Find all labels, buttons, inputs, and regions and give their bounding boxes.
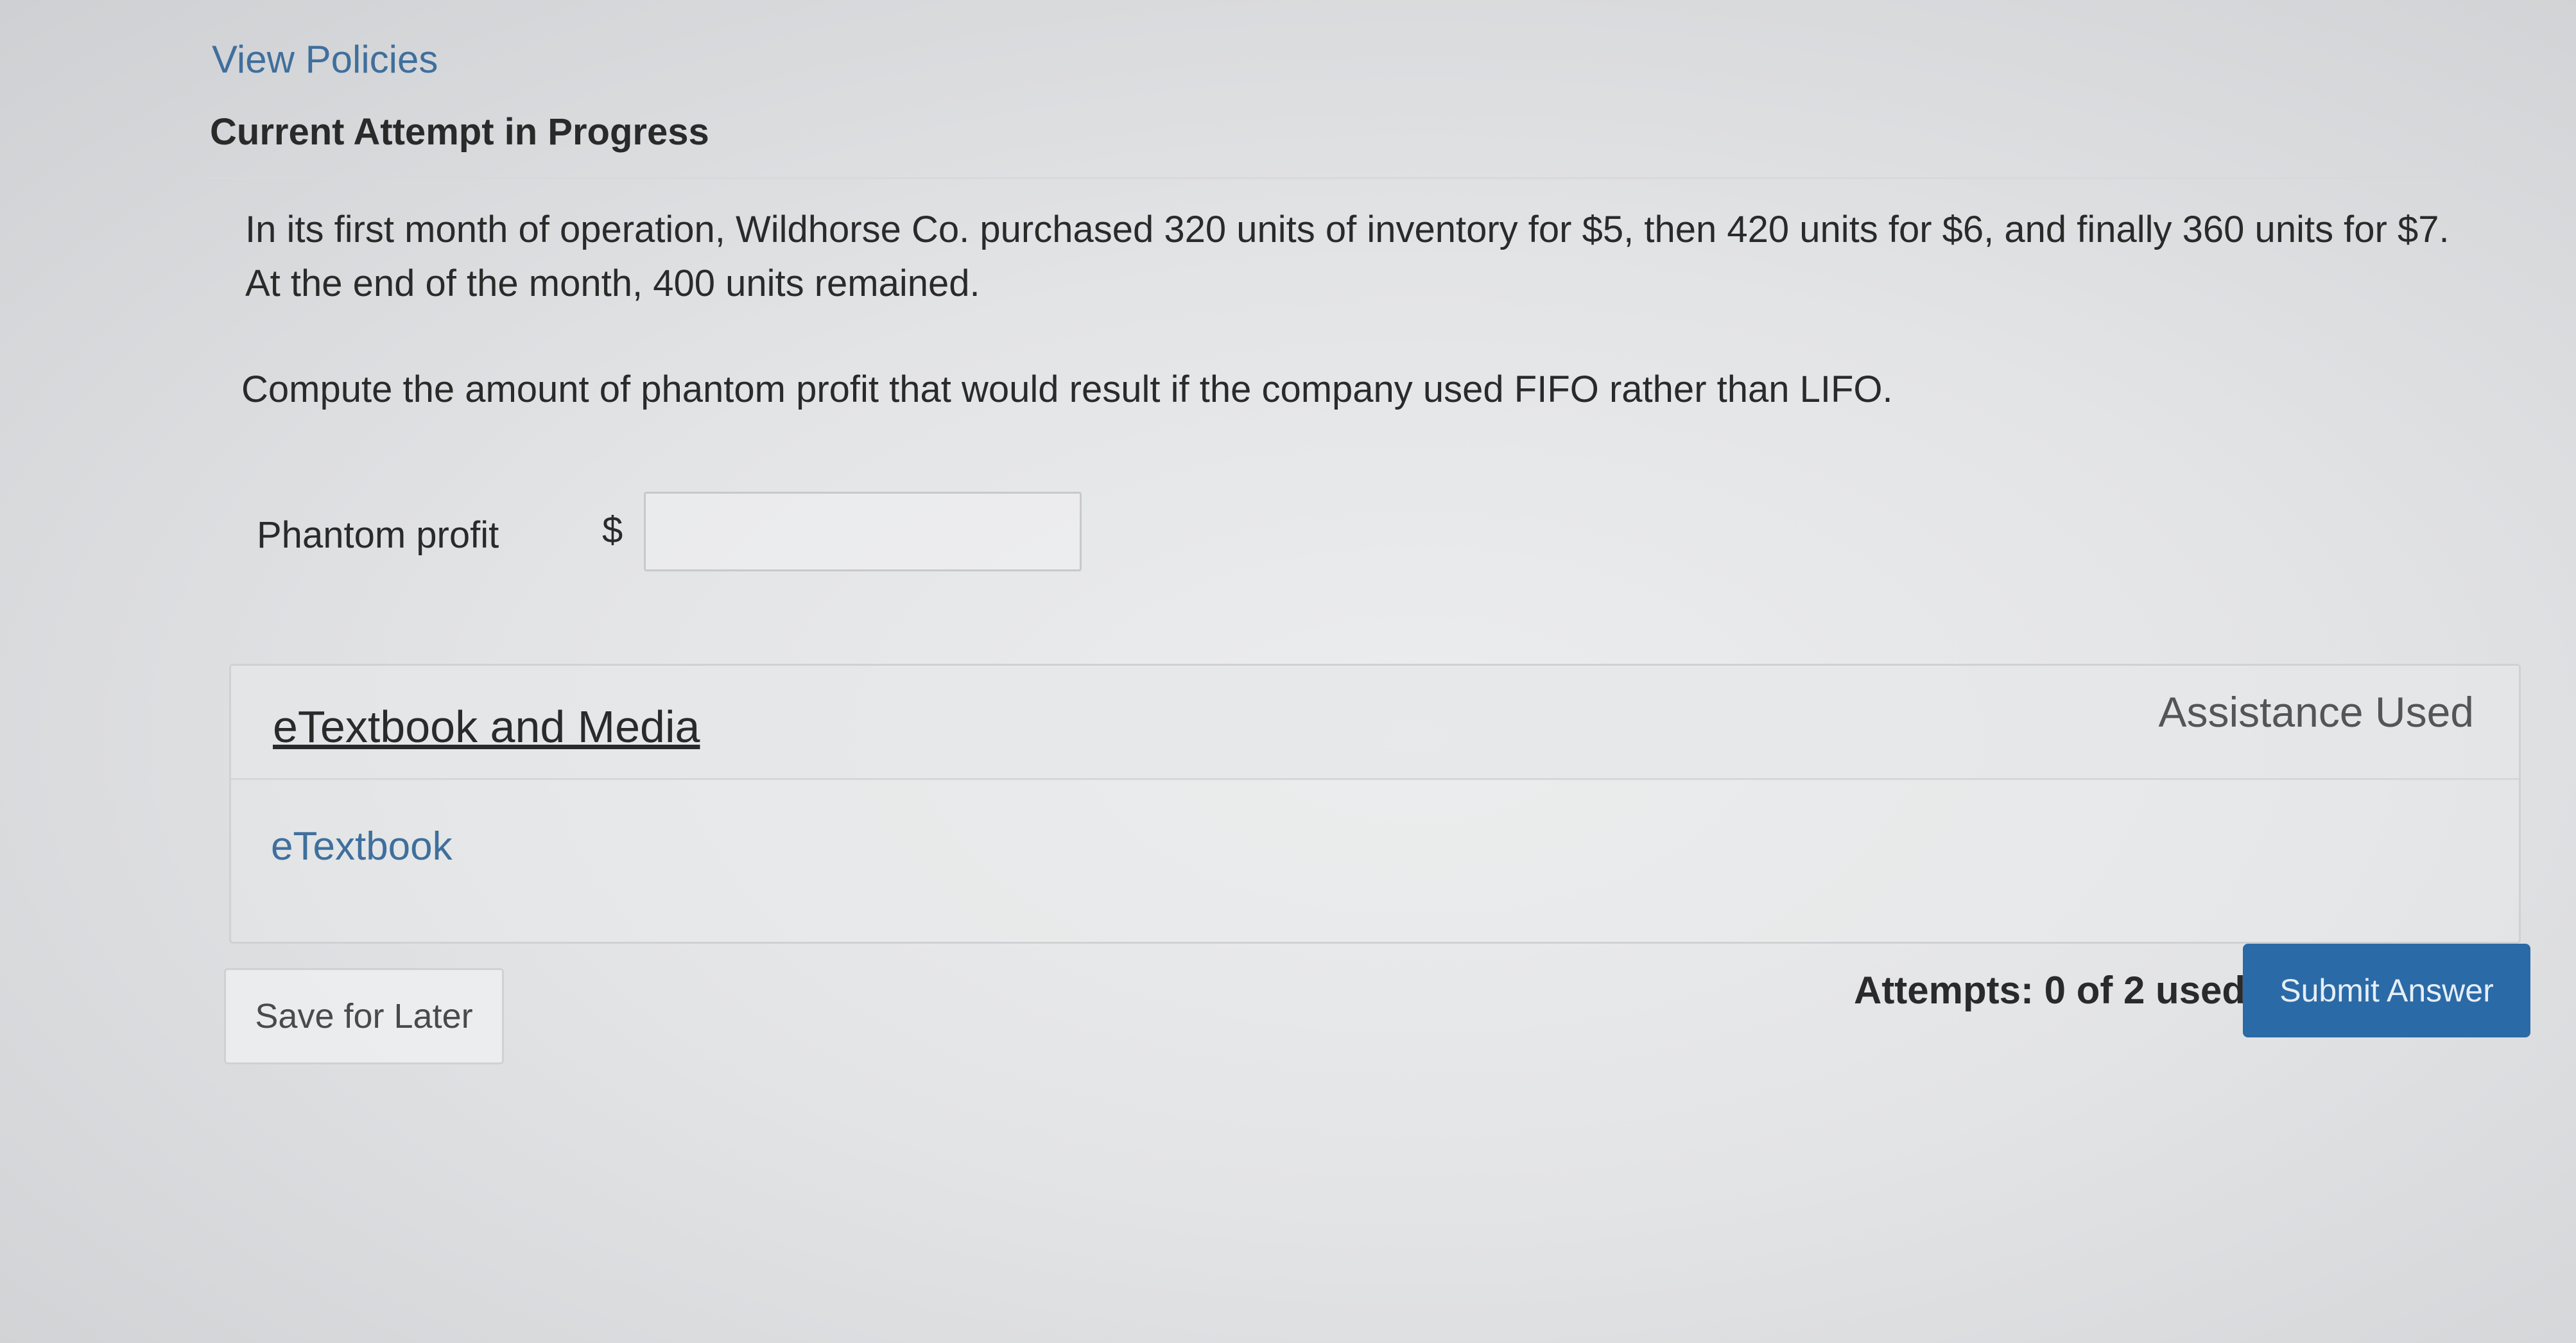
submit-answer-button[interactable]: Submit Answer [2243,944,2530,1037]
question-text: In its first month of operation, Wildhor… [245,209,2450,304]
answer-label: Phantom profit [257,514,499,556]
save-for-later-button[interactable]: Save for Later [224,968,504,1064]
etextbook-and-media-link[interactable]: eTextbook and Media [273,701,700,752]
divider [210,177,2521,179]
assistance-used-label: Assistance Used [2158,688,2474,736]
attempt-heading: Current Attempt in Progress [210,111,709,153]
question-page: View Policies Current Attempt in Progres… [0,0,2576,1343]
assistance-panel: eTextbook and Media Assistance Used eTex… [229,664,2521,944]
attempts-counter: Attempts: 0 of 2 used [1854,969,2246,1012]
currency-symbol: $ [602,509,623,551]
etextbook-link[interactable]: eTextbook [271,824,453,869]
assistance-header: eTextbook and Media Assistance Used [231,666,2519,780]
view-policies-link[interactable]: View Policies [212,37,438,82]
instruction-text: Compute the amount of phantom profit tha… [241,368,1893,410]
phantom-profit-input[interactable] [644,492,1082,571]
